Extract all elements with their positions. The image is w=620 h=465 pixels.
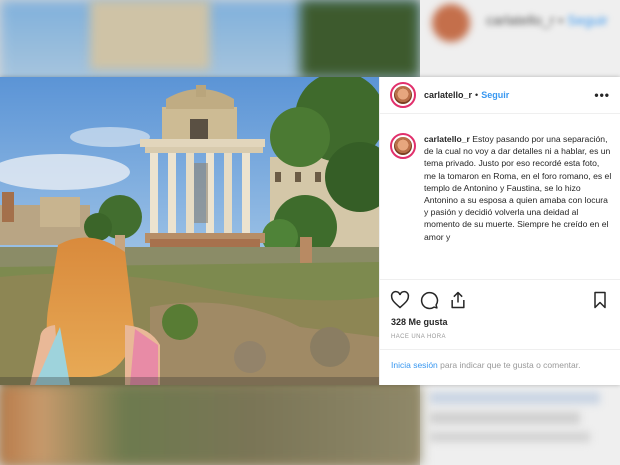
post-photo[interactable] xyxy=(0,77,379,385)
caption-text: carlatello_r Estoy pasando por una separ… xyxy=(424,133,612,243)
username-link[interactable]: carlatello_r xyxy=(424,90,472,100)
divider xyxy=(380,279,620,280)
avatar[interactable] xyxy=(390,82,416,108)
separator-dot: • xyxy=(475,90,479,100)
post-header: carlatello_r • Seguir ••• xyxy=(380,77,620,114)
avatar-image xyxy=(394,137,412,155)
blurred-text-line xyxy=(430,412,580,424)
instagram-post-card: carlatello_r • Seguir ••• carlatello_r E… xyxy=(0,77,620,385)
post-side-panel: carlatello_r • Seguir ••• carlatello_r E… xyxy=(379,77,620,385)
more-options-icon[interactable]: ••• xyxy=(594,88,610,102)
divider xyxy=(380,349,620,350)
caption-avatar[interactable] xyxy=(390,133,416,159)
heart-icon[interactable] xyxy=(390,290,410,310)
blurred-photo-bottom xyxy=(0,385,420,465)
blurred-text-line xyxy=(430,392,600,404)
action-bar xyxy=(390,290,610,310)
blurred-tree xyxy=(300,0,420,78)
login-link[interactable]: Inicia sesión xyxy=(391,360,438,370)
post-timestamp[interactable]: HACE UNA HORA xyxy=(391,334,446,340)
like-count[interactable]: 328 Me gusta xyxy=(391,317,448,327)
blurred-avatar xyxy=(432,4,470,42)
caption-block: carlatello_r Estoy pasando por una separ… xyxy=(390,133,612,243)
blurred-text-line xyxy=(430,432,590,442)
login-prompt: Inicia sesión para indicar que te gusta … xyxy=(391,359,581,371)
share-icon[interactable] xyxy=(448,290,468,310)
login-prompt-text: para indicar que te gusta o comentar. xyxy=(437,360,581,370)
blurred-temple xyxy=(90,0,210,70)
bookmark-icon[interactable] xyxy=(590,290,610,310)
follow-button[interactable]: Seguir xyxy=(481,90,509,100)
comment-icon[interactable] xyxy=(419,290,439,310)
blurred-username: carlatello_r • Seguir xyxy=(486,12,608,28)
caption-body: Estoy pasando por una separación, de la … xyxy=(424,134,612,242)
temple-photo-illustration xyxy=(0,77,379,385)
avatar-image xyxy=(394,86,412,104)
caption-username[interactable]: carlatello_r xyxy=(424,134,470,144)
